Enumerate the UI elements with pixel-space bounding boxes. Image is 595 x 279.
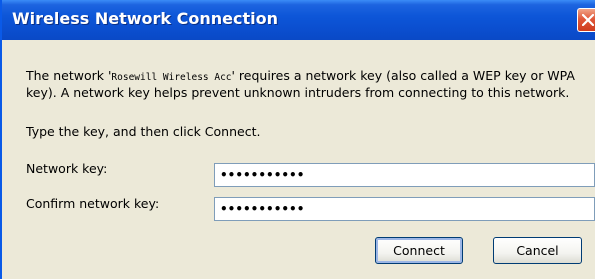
close-button[interactable] [577,8,595,32]
title-bar[interactable]: Wireless Network Connection [2,0,595,40]
description-line-2: key). A network key helps prevent unknow… [26,85,570,100]
cancel-button[interactable]: Cancel [493,237,582,264]
dialog-window: Wireless Network Connection The network … [0,0,595,279]
description-prefix: The network ' [26,68,112,83]
description-line-1: The network 'Rosewill Wireless Acc' requ… [26,68,575,83]
confirm-network-key-field[interactable] [214,197,595,221]
network-key-label: Network key: [26,161,108,176]
connect-button[interactable]: Connect [375,237,463,264]
close-icon [582,14,594,26]
window-title: Wireless Network Connection [12,9,278,28]
instruction-text: Type the key, and then click Connect. [26,124,261,139]
confirm-network-key-label: Confirm network key: [26,196,160,211]
network-key-field[interactable] [214,163,595,187]
description-suffix: ' requires a network key (also called a … [231,68,575,83]
network-name: Rosewill Wireless Acc [111,72,232,83]
